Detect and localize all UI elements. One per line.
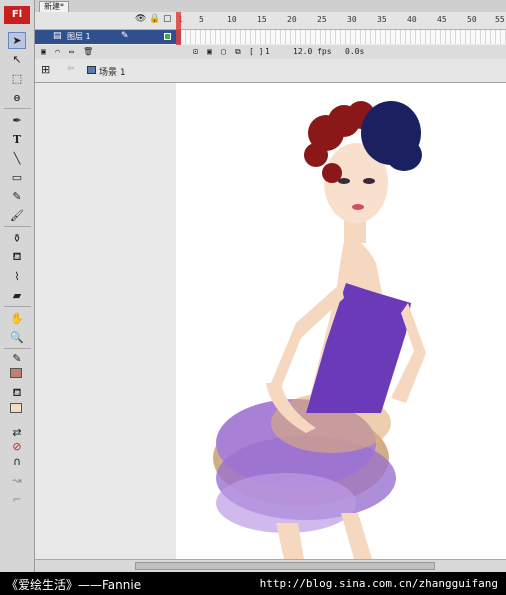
onion-outline-icon[interactable]: ▢ — [221, 47, 226, 56]
straighten-icon: ⌐ — [12, 493, 22, 506]
document-tab-bar: 新建* — [35, 0, 506, 12]
back-arrow-icon[interactable]: ⇦ — [67, 64, 75, 74]
timeline-toggle-icon[interactable]: ⊞ — [41, 63, 50, 76]
ruler-tick: 10 — [227, 15, 237, 24]
ruler-tick: 55 — [495, 15, 505, 24]
tools-divider — [4, 226, 31, 227]
fill-bucket-icon: ⛾ — [12, 386, 22, 399]
edit-multiple-icon[interactable]: ⧉ — [235, 47, 241, 57]
eraser-tool[interactable]: ▰ — [8, 287, 26, 304]
flash-logo: Fl — [4, 6, 30, 24]
timeline-panel: 👁 🔒 ▢ 1 5 10 15 20 25 30 35 40 45 50 55 … — [35, 12, 506, 59]
smooth-icon: ↝ — [12, 474, 22, 487]
outline-icon[interactable]: ▢ — [163, 14, 172, 24]
scene-icon — [87, 66, 96, 74]
zoom-icon: 🔍 — [10, 331, 24, 344]
text-tool[interactable]: T — [8, 131, 26, 148]
scroll-thumb[interactable] — [135, 562, 435, 570]
layer-name[interactable]: 图层 1 — [67, 31, 91, 42]
tools-panel: Fl ➤ ↖ ⬚ ɵ ✒ T ╲ ▭ ✎ 🖌 ⚱ ⛾ ⌇ ▰ ✋ 🔍 ✎ ⛾ ⇄… — [0, 0, 35, 572]
ruler-tick: 15 — [257, 15, 267, 24]
pen-tool[interactable]: ✒ — [8, 112, 26, 129]
image-caption: 《爱绘生活》——Fannie http://blog.sina.com.cn/z… — [0, 572, 506, 595]
insert-folder-icon[interactable]: ▭ — [69, 47, 74, 56]
no-color-icon: ⊘ — [12, 440, 22, 453]
brush-tool[interactable]: 🖌 — [8, 207, 26, 224]
free-transform-icon: ⬚ — [11, 72, 23, 85]
caption-left: 《爱绘生活》——Fannie — [6, 578, 142, 592]
selection-icon: ➤ — [12, 34, 22, 47]
ruler-tick: 35 — [377, 15, 387, 24]
text-icon: T — [12, 133, 22, 146]
document-tab[interactable]: 新建* — [39, 1, 69, 12]
center-frame-icon[interactable]: ⊡ — [193, 47, 198, 56]
edit-bar: ⊞ ⇦ 场景 1 — [35, 59, 506, 83]
ruler-tick: 30 — [347, 15, 357, 24]
pen-icon: ✒ — [12, 114, 22, 127]
ruler-tick: 20 — [287, 15, 297, 24]
layer-icon: ▤ — [53, 31, 62, 41]
subselection-icon: ↖ — [12, 53, 22, 66]
edit-pencil-icon: ✎ — [121, 31, 129, 41]
ruler-tick: 25 — [317, 15, 327, 24]
elapsed-time: 0.0s — [345, 47, 365, 56]
tools-divider — [4, 108, 31, 109]
frame-rate: 12.0 fps — [293, 47, 332, 56]
pencil-tool[interactable]: ✎ — [8, 188, 26, 205]
lasso-icon: ɵ — [13, 91, 21, 104]
hand-tool[interactable]: ✋ — [8, 310, 26, 327]
rectangle-icon: ▭ — [11, 171, 23, 184]
straighten-button[interactable]: ⌐ — [8, 491, 26, 508]
eyedropper-icon: ⌇ — [14, 270, 20, 283]
delete-layer-icon[interactable]: 🗑 — [83, 47, 93, 56]
line-tool[interactable]: ╲ — [8, 150, 26, 167]
fill-color-swatch[interactable] — [10, 403, 22, 413]
smooth-button[interactable]: ↝ — [8, 472, 26, 489]
frame-grid[interactable] — [181, 30, 506, 44]
tools-divider — [4, 348, 31, 349]
line-icon: ╲ — [13, 152, 21, 165]
free-transform-tool[interactable]: ⬚ — [8, 70, 26, 87]
ruler-tick: 50 — [467, 15, 477, 24]
caption-url: http://blog.sina.com.cn/zhangguifang — [259, 577, 498, 590]
timeline-footer: ▣ ⌒ ▭ 🗑 ⊡ ▣ ▢ ⧉ [ ] 1 12.0 fps 0.0s — [35, 45, 506, 59]
brush-icon: 🖌 — [10, 209, 24, 222]
paint-bucket-icon: ⛾ — [12, 250, 22, 263]
stroke-pencil-icon: ✎ — [12, 352, 22, 365]
magnet-icon: ∩ — [12, 455, 22, 468]
subselection-tool[interactable]: ↖ — [8, 51, 26, 68]
eraser-icon: ▰ — [12, 289, 22, 302]
timeline-header: 👁 🔒 ▢ 1 5 10 15 20 25 30 35 40 45 50 55 — [35, 12, 506, 30]
lasso-tool[interactable]: ɵ — [8, 89, 26, 106]
stroke-color-tool[interactable]: ✎ — [8, 350, 26, 367]
horizontal-scrollbar[interactable] — [35, 559, 506, 572]
stroke-color-swatch[interactable] — [10, 368, 22, 378]
ruler-tick: 45 — [437, 15, 447, 24]
add-guide-icon[interactable]: ⌒ — [55, 47, 60, 56]
zoom-tool[interactable]: 🔍 — [8, 329, 26, 346]
keyframe-square-icon — [164, 33, 171, 40]
ink-bottle-icon: ⚱ — [12, 232, 22, 245]
snap-button[interactable]: ∩ — [8, 453, 26, 470]
stage[interactable] — [176, 83, 506, 559]
fashion-girl-illustration — [213, 101, 426, 559]
current-frame: 1 — [265, 47, 270, 56]
pencil-icon: ✎ — [12, 190, 22, 203]
selection-tool[interactable]: ➤ — [8, 32, 26, 49]
scene-label[interactable]: 场景 1 — [99, 65, 126, 78]
rectangle-tool[interactable]: ▭ — [8, 169, 26, 186]
eyedropper-tool[interactable]: ⌇ — [8, 268, 26, 285]
ink-bottle-tool[interactable]: ⚱ — [8, 230, 26, 247]
hand-icon: ✋ — [10, 312, 24, 325]
tools-divider — [4, 306, 31, 307]
eye-icon[interactable]: 👁 — [135, 14, 146, 24]
onion-skin-icon[interactable]: ▣ — [207, 47, 212, 56]
fill-color-tool[interactable]: ⛾ — [8, 385, 26, 402]
modify-markers-icon[interactable]: [ ] — [249, 47, 263, 56]
ruler-tick: 5 — [199, 15, 204, 24]
insert-layer-icon[interactable]: ▣ — [41, 47, 46, 56]
ruler-tick: 40 — [407, 15, 417, 24]
lock-icon[interactable]: 🔒 — [149, 14, 160, 24]
paint-bucket-tool[interactable]: ⛾ — [8, 249, 26, 266]
